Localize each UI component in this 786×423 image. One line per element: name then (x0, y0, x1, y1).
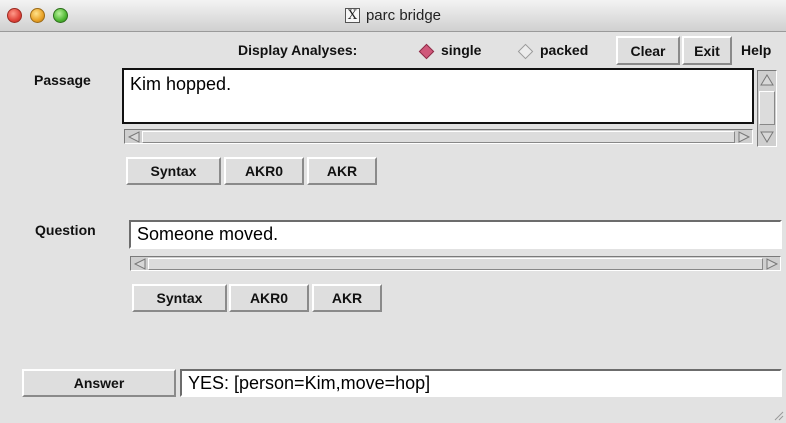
radio-packed-label[interactable]: packed (540, 42, 588, 58)
scroll-left-arrow-icon[interactable] (132, 257, 147, 270)
display-analyses-label: Display Analyses: (238, 42, 358, 58)
scroll-thumb[interactable] (142, 131, 735, 143)
answer-output: YES: [person=Kim,move=hop] (180, 369, 782, 397)
radio-packed-icon[interactable] (517, 43, 534, 60)
exit-button[interactable]: Exit (682, 36, 732, 65)
resize-grip-icon[interactable] (772, 409, 784, 421)
question-label: Question (35, 222, 96, 238)
app-window: X parc bridge Display Analyses: single p… (0, 0, 786, 423)
clear-button[interactable]: Clear (616, 36, 680, 65)
scroll-down-arrow-icon[interactable] (758, 128, 776, 146)
passage-akr0-button[interactable]: AKR0 (224, 157, 304, 185)
title-bar: X parc bridge (0, 0, 786, 32)
scroll-thumb[interactable] (759, 91, 775, 125)
question-syntax-button[interactable]: Syntax (132, 284, 227, 312)
passage-label: Passage (34, 72, 91, 88)
question-akr-button[interactable]: AKR (312, 284, 382, 312)
passage-horizontal-scrollbar[interactable] (124, 129, 753, 144)
passage-vertical-scrollbar[interactable] (757, 70, 777, 147)
scroll-left-arrow-icon[interactable] (126, 130, 141, 143)
passage-text-area[interactable]: Kim hopped. (122, 68, 754, 124)
passage-syntax-button[interactable]: Syntax (126, 157, 221, 185)
window-title: parc bridge (365, 7, 442, 24)
scroll-right-arrow-icon[interactable] (764, 257, 779, 270)
answer-button[interactable]: Answer (22, 369, 176, 397)
question-input[interactable]: Someone moved. (129, 220, 782, 249)
scroll-right-arrow-icon[interactable] (736, 130, 751, 143)
passage-akr-button[interactable]: AKR (307, 157, 377, 185)
radio-single-label[interactable]: single (441, 42, 481, 58)
question-akr0-button[interactable]: AKR0 (229, 284, 309, 312)
x11-icon: X (344, 8, 360, 23)
title-wrap: X parc bridge (0, 0, 786, 31)
question-horizontal-scrollbar[interactable] (130, 256, 781, 271)
radio-single-icon[interactable] (418, 43, 435, 60)
scroll-thumb[interactable] (148, 258, 763, 270)
scroll-up-arrow-icon[interactable] (758, 71, 776, 89)
help-button[interactable]: Help (741, 42, 771, 58)
